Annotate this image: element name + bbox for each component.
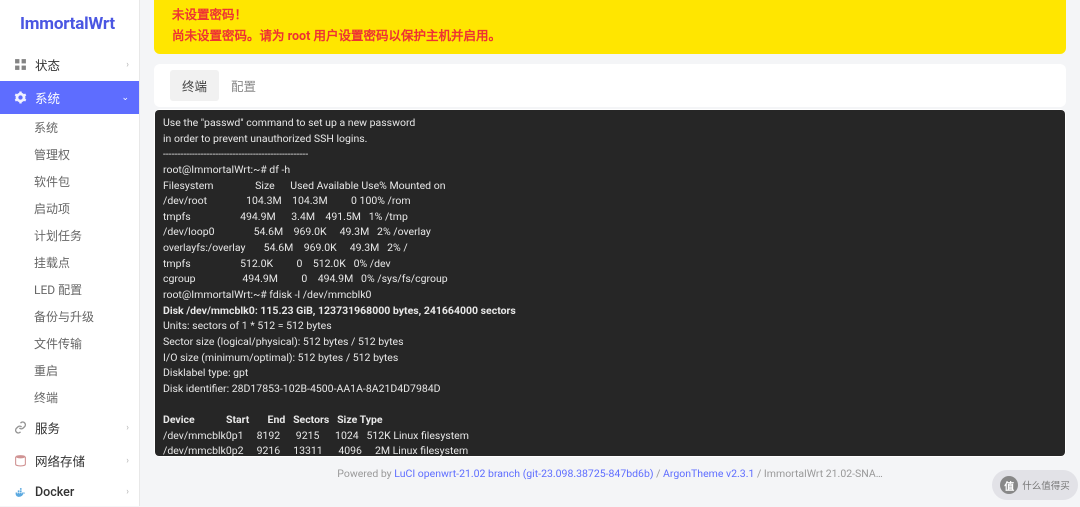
nav-system[interactable]: 系统 ⌄ [0, 81, 139, 114]
nav-label: 状态 [35, 55, 60, 74]
footer-version: / ImmortalWrt 21.02-SNA… [754, 467, 882, 480]
chevron-right-icon: › [126, 60, 129, 70]
nav-label: 服务 [35, 418, 60, 437]
tab-config[interactable]: 配置 [219, 64, 268, 107]
nav-docker[interactable]: Docker › [0, 477, 139, 507]
nav-sub-backup[interactable]: 备份与升级 [0, 303, 139, 330]
database-icon [12, 453, 28, 469]
footer: Powered by LuCI openwrt-21.02 branch (gi… [154, 457, 1066, 490]
footer-luci-link[interactable]: LuCI openwrt-21.02 branch (git-23.098.38… [394, 467, 653, 480]
chevron-down-icon: ⌄ [121, 93, 129, 103]
link-icon [12, 420, 28, 436]
nav-label: 网络存储 [35, 451, 85, 470]
nav-label: 系统 [35, 88, 60, 107]
warning-text: 尚未设置密码。请为 root 用户设置密码以保护主机并启用。 [172, 25, 1048, 44]
nav-sub-terminal[interactable]: 终端 [0, 384, 139, 411]
chevron-right-icon: › [126, 423, 129, 433]
docker-icon [12, 484, 28, 500]
nav-sub-startup[interactable]: 启动项 [0, 195, 139, 222]
nav-status[interactable]: 状态 › [0, 48, 139, 81]
logo: ImmortalWrt [0, 0, 139, 48]
nav-sub-reboot[interactable]: 重启 [0, 357, 139, 384]
main-content: 未设置密码！ 尚未设置密码。请为 root 用户设置密码以保护主机并启用。 终端… [140, 0, 1080, 506]
footer-theme-link[interactable]: ArgonTheme v2.3.1 [663, 467, 754, 480]
chevron-right-icon: › [126, 456, 129, 466]
terminal-output[interactable]: Use the "passwd" command to set up a new… [155, 110, 1065, 456]
dashboard-icon [12, 57, 28, 73]
warning-title: 未设置密码！ [172, 4, 1048, 25]
nav-services[interactable]: 服务 › [0, 411, 139, 444]
tab-bar: 终端 配置 [154, 64, 1066, 107]
nav-sub-admin[interactable]: 管理权 [0, 141, 139, 168]
tab-terminal[interactable]: 终端 [170, 70, 219, 101]
nav-label: Docker [35, 485, 74, 500]
terminal-panel: Use the "passwd" command to set up a new… [154, 109, 1066, 457]
nav-sub-system[interactable]: 系统 [0, 114, 139, 141]
nav-sub-mounts[interactable]: 挂载点 [0, 249, 139, 276]
nav-sub-scheduled[interactable]: 计划任务 [0, 222, 139, 249]
nav-nas[interactable]: 网络存储 › [0, 444, 139, 477]
sidebar: ImmortalWrt 状态 › 系统 ⌄ 系统 管理权 软件包 启动项 计划任… [0, 0, 140, 506]
warning-banner: 未设置密码！ 尚未设置密码。请为 root 用户设置密码以保护主机并启用。 [154, 0, 1066, 54]
nav-sub-filetransfer[interactable]: 文件传输 [0, 330, 139, 357]
footer-powered: Powered by [337, 467, 394, 480]
nav-sub-led[interactable]: LED 配置 [0, 276, 139, 303]
gear-icon [12, 90, 28, 106]
nav-sub-software[interactable]: 软件包 [0, 168, 139, 195]
chevron-right-icon: › [126, 487, 129, 497]
